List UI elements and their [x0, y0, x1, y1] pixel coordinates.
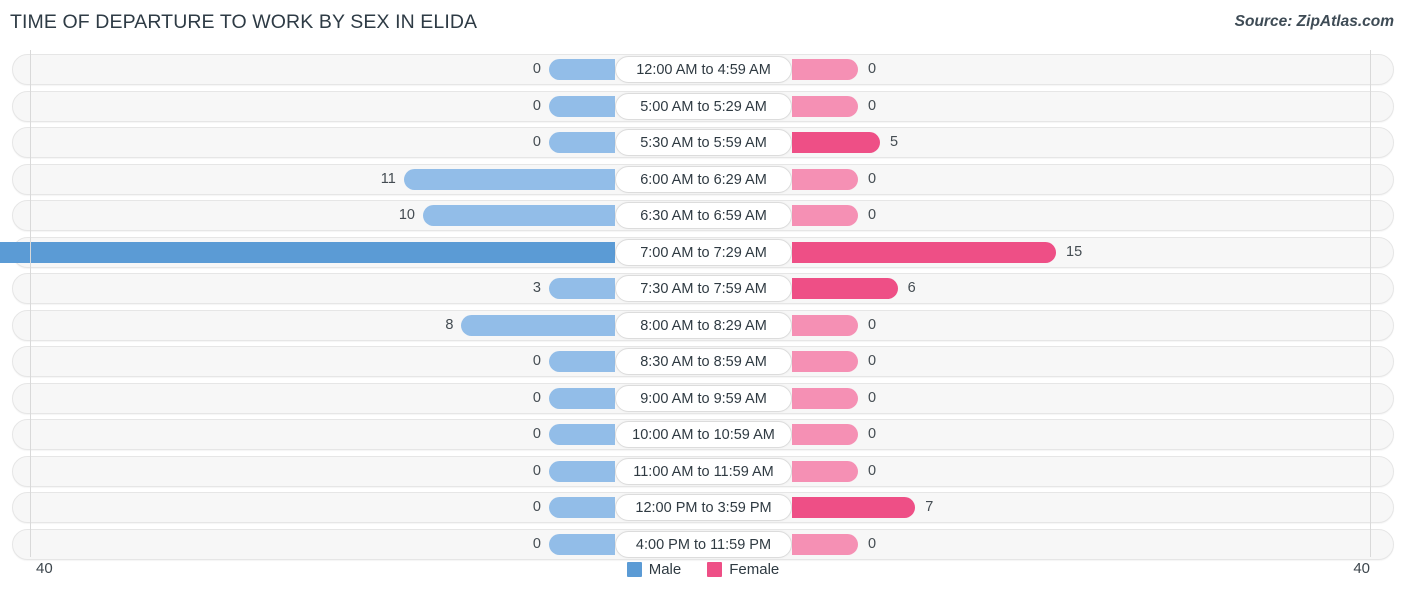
bar-male[interactable]	[549, 460, 615, 482]
bar-male[interactable]	[549, 351, 615, 372]
legend-item-female[interactable]: Female	[707, 561, 779, 578]
source-attribution: Source: ZipAtlas.com	[1234, 13, 1394, 30]
table-row[interactable]: 11 0 6:00 AM to 6:29 AM	[12, 163, 1394, 195]
bar-value-male: 0	[532, 61, 541, 77]
axis-line-right	[1370, 50, 1371, 557]
bar-value-female: 0	[868, 353, 877, 369]
table-row[interactable]: 0 0 10:00 AM to 10:59 AM	[12, 419, 1394, 450]
bar-male[interactable]	[461, 314, 615, 336]
bar-female[interactable]	[792, 168, 858, 190]
bar-value-male: 0	[532, 134, 541, 150]
bar-male[interactable]	[549, 95, 615, 117]
bar-value-female: 0	[868, 389, 877, 406]
table-row[interactable]: 8 0 8:00 AM to 8:29 AM	[12, 309, 1394, 341]
bar-female[interactable]	[792, 314, 858, 336]
bar-male[interactable]	[549, 278, 615, 299]
bar-female[interactable]	[792, 460, 858, 482]
bar-value-female: 5	[890, 134, 899, 150]
legend-swatch-icon	[707, 562, 723, 577]
bar-value-male: 0	[532, 499, 541, 515]
chart-page: TIME OF DEPARTURE TO WORK BY SEX IN ELID…	[0, 0, 1406, 595]
category-label: 6:30 AM to 6:59 AM	[615, 202, 792, 229]
axis-line-left	[30, 50, 31, 557]
bar-value-female: 0	[868, 61, 877, 77]
bar-male[interactable]	[403, 168, 615, 190]
chart-header: TIME OF DEPARTURE TO WORK BY SEX IN ELID…	[0, 0, 1406, 46]
bar-value-female: 0	[868, 207, 877, 223]
category-label: 5:00 AM to 5:29 AM	[615, 92, 792, 120]
table-row[interactable]: 3 6 7:30 AM to 7:59 AM	[12, 273, 1394, 304]
category-label: 9:00 AM to 9:59 AM	[615, 384, 792, 412]
table-row[interactable]: 0 0 11:00 AM to 11:59 AM	[12, 455, 1394, 487]
bar-value-female: 0	[868, 462, 877, 479]
bar-value-female: 0	[868, 535, 877, 552]
table-row[interactable]: 0 7 12:00 PM to 3:59 PM	[12, 492, 1394, 523]
category-label: 11:00 AM to 11:59 AM	[615, 457, 792, 485]
category-label: 5:30 AM to 5:59 AM	[615, 129, 792, 156]
table-row[interactable]: 0 0 5:00 AM to 5:29 AM	[12, 90, 1394, 122]
legend-item-male[interactable]: Male	[626, 561, 682, 578]
bar-value-male: 0	[532, 462, 541, 479]
bar-female[interactable]	[792, 351, 858, 372]
category-label: 7:30 AM to 7:59 AM	[615, 275, 792, 302]
table-row[interactable]: 10 0 6:30 AM to 6:59 AM	[12, 200, 1394, 231]
category-label: 8:00 AM to 8:29 AM	[615, 311, 792, 339]
chart-plot-area: 0 0 12:00 AM to 4:59 AM 0 0 5:00 AM to 5:29 A…	[0, 50, 1406, 561]
page-title: TIME OF DEPARTURE TO WORK BY SEX IN ELID…	[10, 11, 478, 33]
bar-female[interactable]	[792, 278, 898, 299]
legend-label: Female	[729, 561, 780, 578]
bar-value-female: 0	[868, 97, 877, 114]
bar-value-female: 6	[907, 280, 916, 296]
chart-legend: Male Female	[0, 561, 1406, 578]
bar-value-male: 8	[445, 316, 454, 333]
bar-value-female: 15	[1066, 243, 1083, 260]
bar-female[interactable]	[792, 205, 858, 226]
chart-footer: 40 40 Male Female	[0, 558, 1406, 595]
bar-value-female: 7	[925, 499, 934, 515]
bar-value-female: 0	[868, 316, 877, 333]
bar-female[interactable]	[792, 497, 916, 518]
bar-value-male: 0	[532, 353, 541, 369]
category-label: 10:00 AM to 10:59 AM	[615, 421, 792, 448]
bar-value-male: 3	[532, 280, 541, 296]
bar-female[interactable]	[792, 387, 858, 409]
bar-female[interactable]	[792, 95, 858, 117]
bar-male[interactable]	[0, 241, 615, 263]
category-label: 8:30 AM to 8:59 AM	[615, 348, 792, 375]
bar-male[interactable]	[549, 533, 615, 555]
bar-male[interactable]	[549, 424, 615, 445]
table-row[interactable]: 0 0 4:00 PM to 11:59 PM	[12, 528, 1394, 560]
bar-value-male: 0	[532, 389, 541, 406]
category-label: 12:00 AM to 4:59 AM	[615, 56, 792, 83]
bar-male[interactable]	[549, 59, 615, 80]
legend-swatch-icon	[626, 562, 642, 577]
bar-male[interactable]	[549, 387, 615, 409]
bar-female[interactable]	[792, 424, 858, 445]
bar-male[interactable]	[423, 205, 615, 226]
bar-value-male: 0	[532, 97, 541, 114]
bar-value-male: 0	[532, 426, 541, 442]
legend-label: Male	[648, 561, 682, 578]
bar-value-male: 0	[532, 535, 541, 552]
table-row[interactable]: 0 0 12:00 AM to 4:59 AM	[12, 54, 1394, 85]
category-label: 12:00 PM to 3:59 PM	[615, 494, 792, 521]
bar-male[interactable]	[549, 497, 615, 518]
bar-female[interactable]	[792, 533, 858, 555]
table-row[interactable]: 0 0 9:00 AM to 9:59 AM	[12, 382, 1394, 414]
bar-female[interactable]	[792, 241, 1056, 263]
bar-value-male: 11	[380, 170, 396, 187]
category-label: 7:00 AM to 7:29 AM	[615, 238, 792, 266]
bar-value-female: 0	[868, 426, 877, 442]
bar-female[interactable]	[792, 59, 858, 80]
table-row[interactable]: 0 5 5:30 AM to 5:59 AM	[12, 127, 1394, 158]
bar-value-male: 10	[398, 207, 415, 223]
bar-female[interactable]	[792, 132, 880, 153]
category-label: 6:00 AM to 6:29 AM	[615, 165, 792, 193]
table-row[interactable]: 35 15 7:00 AM to 7:29 AM	[0, 236, 1394, 268]
bar-value-female: 0	[868, 170, 877, 187]
bar-value-male: 35	[0, 238, 13, 267]
category-label: 4:00 PM to 11:59 PM	[615, 530, 792, 558]
bar-male[interactable]	[549, 132, 615, 153]
table-row[interactable]: 0 0 8:30 AM to 8:59 AM	[12, 346, 1394, 377]
